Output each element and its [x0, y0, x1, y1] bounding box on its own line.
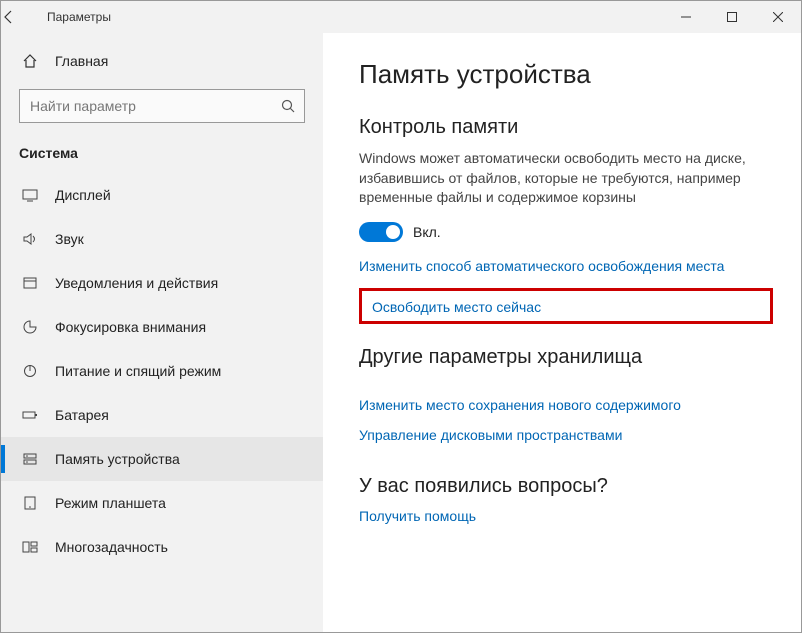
maximize-button[interactable] [709, 1, 755, 33]
sidebar-item-label: Батарея [55, 407, 109, 423]
sidebar-item-battery[interactable]: Батарея [1, 393, 323, 437]
tablet-icon [19, 495, 41, 511]
sidebar-item-notifications[interactable]: Уведомления и действия [1, 261, 323, 305]
link-get-help[interactable]: Получить помощь [359, 508, 773, 524]
storage-sense-description: Windows может автоматически освободить м… [359, 149, 769, 208]
link-save-locations[interactable]: Изменить место сохранения нового содержи… [359, 397, 773, 413]
storage-sense-toggle-row: Вкл. [359, 222, 773, 242]
sidebar-item-label: Режим планшета [55, 495, 166, 511]
sound-icon [19, 231, 41, 247]
storage-sense-toggle-label: Вкл. [413, 224, 441, 240]
search-wrap [19, 89, 305, 123]
home-icon [19, 53, 41, 69]
titlebar: Параметры [1, 1, 801, 33]
sidebar-item-sound[interactable]: Звук [1, 217, 323, 261]
minimize-button[interactable] [663, 1, 709, 33]
sidebar-item-label: Память устройства [55, 451, 180, 467]
other-storage-heading: Другие параметры хранилища [359, 346, 773, 369]
power-icon [19, 363, 41, 379]
sidebar-item-storage[interactable]: Память устройства [1, 437, 323, 481]
search-icon [281, 99, 295, 113]
sidebar-item-label: Многозадачность [55, 539, 168, 555]
sidebar-item-display[interactable]: Дисплей [1, 173, 323, 217]
main-content: Память устройства Контроль памяти Window… [323, 33, 801, 632]
sidebar-item-label: Дисплей [55, 187, 111, 203]
link-disk-spaces[interactable]: Управление дисковыми пространствами [359, 427, 773, 443]
search-input[interactable] [19, 89, 305, 123]
focus-icon [19, 319, 41, 335]
storage-sense-heading: Контроль памяти [359, 116, 773, 139]
page-title: Память устройства [359, 59, 773, 90]
sidebar-home-label: Главная [55, 53, 108, 69]
back-button[interactable] [1, 9, 41, 25]
sidebar: Главная Система Дисплей Звук Уведомления… [1, 33, 323, 632]
window-title: Параметры [41, 10, 111, 24]
display-icon [19, 187, 41, 203]
sidebar-item-multitasking[interactable]: Многозадачность [1, 525, 323, 569]
sidebar-home[interactable]: Главная [1, 43, 323, 79]
sidebar-item-focus[interactable]: Фокусировка внимания [1, 305, 323, 349]
sidebar-item-label: Питание и спящий режим [55, 363, 221, 379]
sidebar-item-tablet[interactable]: Режим планшета [1, 481, 323, 525]
help-heading: У вас появились вопросы? [359, 475, 773, 498]
sidebar-category: Система [1, 139, 323, 173]
sidebar-nav: Дисплей Звук Уведомления и действия Фоку… [1, 173, 323, 569]
sidebar-item-label: Фокусировка внимания [55, 319, 206, 335]
link-free-space-now[interactable]: Освободить место сейчас [372, 299, 760, 315]
link-change-auto-free[interactable]: Изменить способ автоматического освобожд… [359, 258, 773, 274]
storage-icon [19, 451, 41, 467]
sidebar-item-power[interactable]: Питание и спящий режим [1, 349, 323, 393]
sidebar-item-label: Звук [55, 231, 84, 247]
battery-icon [19, 407, 41, 423]
storage-sense-toggle[interactable] [359, 222, 403, 242]
sidebar-item-label: Уведомления и действия [55, 275, 218, 291]
close-button[interactable] [755, 1, 801, 33]
notifications-icon [19, 275, 41, 291]
highlight-box: Освободить место сейчас [359, 288, 773, 324]
multitasking-icon [19, 539, 41, 555]
